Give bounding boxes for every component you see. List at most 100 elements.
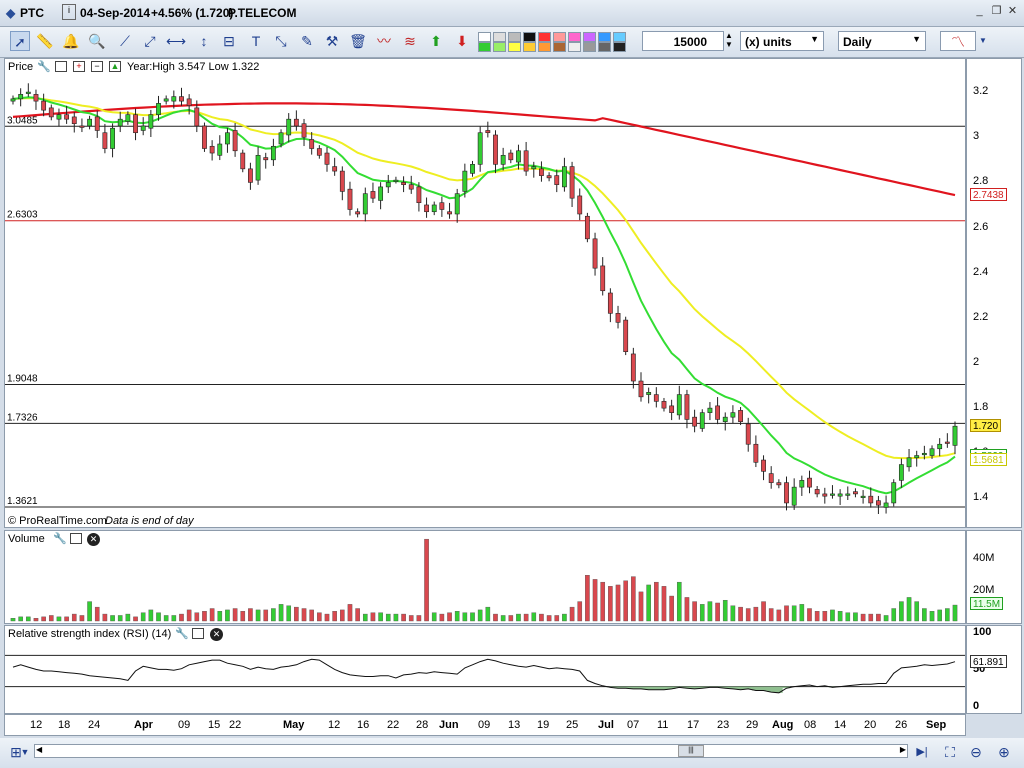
fibonacci-icon[interactable]: ≋	[400, 31, 420, 51]
alarm-icon[interactable]: 🔔	[61, 31, 81, 51]
color-swatch[interactable]	[493, 32, 506, 42]
volume-bar	[362, 613, 368, 622]
window-icon[interactable]	[70, 533, 82, 544]
candle	[745, 423, 751, 445]
horizontal-line-icon[interactable]: ⟷	[166, 31, 186, 51]
trash-icon[interactable]: 🗑	[348, 31, 368, 51]
scroll-end-icon[interactable]: ▶|	[914, 742, 930, 758]
zoom-out-icon[interactable]: ⊖	[966, 742, 986, 762]
color-swatch[interactable]	[613, 42, 626, 52]
pencil-icon[interactable]: ✎	[297, 31, 317, 51]
arrow-up-icon[interactable]: ▲	[109, 61, 121, 72]
volume-bar	[615, 584, 621, 622]
color-swatch[interactable]	[598, 42, 611, 52]
window-icon[interactable]	[55, 61, 67, 72]
color-swatch[interactable]	[508, 42, 521, 52]
close-icon[interactable]: ✕	[1006, 5, 1019, 18]
restore-icon[interactable]: ❐	[990, 5, 1003, 18]
price-axis[interactable]: 3.232.82.62.42.221.81.61.42.74381.7201.5…	[966, 58, 1022, 528]
window-icon[interactable]	[192, 628, 204, 639]
quantity-stepper[interactable]: ▲ ▼	[722, 31, 736, 51]
zoom-icon[interactable]: 🔍	[87, 31, 107, 51]
pointer-icon[interactable]: ➚	[10, 31, 30, 51]
candle	[944, 441, 950, 444]
add-indicator-icon[interactable]: +	[73, 61, 85, 72]
color-swatch[interactable]	[553, 32, 566, 42]
info-icon[interactable]: i	[62, 4, 76, 20]
volume-bar	[784, 605, 789, 622]
candle	[607, 292, 613, 314]
text-icon[interactable]: T	[246, 31, 266, 51]
candle	[393, 179, 399, 182]
quantity-input[interactable]: 15000	[642, 31, 724, 51]
color-swatch[interactable]	[538, 42, 551, 52]
volume-bar	[87, 601, 92, 622]
date-tick: 09	[478, 719, 491, 731]
volume-bar	[317, 612, 322, 622]
indicators-menu-icon[interactable]: 〽	[940, 31, 976, 51]
rsi-ytick: 0	[973, 700, 980, 712]
color-swatch[interactable]	[508, 32, 521, 42]
collapse-icon[interactable]: −	[91, 61, 103, 72]
volume-axis[interactable]: 40M 20M 11.5M	[966, 530, 1022, 624]
rsi-panel[interactable]: Relative strength index (RSI) (14) 🔧 ✕	[4, 625, 966, 714]
wrench-icon[interactable]: 🔧	[37, 61, 51, 74]
line-label: 2.6303	[7, 210, 38, 221]
volume-panel[interactable]: Volume 🔧 ✕	[4, 530, 966, 624]
indicator-icon[interactable]: 〰	[374, 31, 394, 51]
chevron-down-icon[interactable]: ▼	[20, 742, 30, 762]
wrench-icon[interactable]: 🔧	[53, 533, 67, 546]
candle	[531, 166, 537, 170]
color-swatch[interactable]	[568, 42, 581, 52]
volume-bar	[431, 612, 437, 622]
color-swatch[interactable]	[583, 42, 596, 52]
close-icon[interactable]: ✕	[87, 533, 100, 546]
minimize-icon[interactable]: _	[973, 5, 986, 18]
scrollbar-thumb[interactable]: |||	[678, 745, 704, 757]
candle	[661, 401, 667, 409]
scroll-left-icon[interactable]: ◀	[36, 745, 42, 754]
color-swatch[interactable]	[523, 42, 536, 52]
sell-arrow-icon[interactable]: ⬇	[452, 31, 472, 51]
color-swatch[interactable]	[523, 32, 536, 42]
channel-icon[interactable]: ⊟	[219, 31, 239, 51]
color-swatch[interactable]	[613, 32, 626, 42]
color-swatch[interactable]	[538, 32, 551, 42]
color-swatch[interactable]	[493, 42, 506, 52]
chevron-down-icon[interactable]: ▼	[977, 31, 989, 51]
price-panel[interactable]: 3.0485 2.6303 1.9048 1.7326 1.3621 Price 🔧 +…	[4, 58, 966, 528]
ray-icon[interactable]: ⤢	[140, 31, 160, 51]
zoom-in-icon[interactable]: ⊕	[994, 742, 1014, 762]
color-swatch[interactable]	[478, 32, 491, 42]
date-tick: 07	[627, 719, 640, 731]
rsi-axis[interactable]: 100 50 0 61.891	[966, 625, 1022, 714]
candle	[630, 353, 636, 382]
units-select[interactable]: (x) units ▼	[740, 31, 824, 51]
volume-bar	[569, 606, 575, 622]
candle	[339, 170, 345, 192]
zoom-fit-icon[interactable]: ⛶	[940, 742, 960, 762]
trendline-icon[interactable]: ⟋	[115, 31, 135, 51]
color-swatch[interactable]	[583, 32, 596, 42]
scroll-right-icon[interactable]: ▶	[900, 745, 906, 754]
ruler-icon[interactable]: 📏	[35, 31, 55, 51]
tools-icon[interactable]: ⚒	[322, 31, 342, 51]
vertical-line-icon[interactable]: ↕	[194, 31, 214, 51]
volume-bar	[125, 613, 131, 622]
color-swatch[interactable]	[598, 32, 611, 42]
title-bar: ◆ PTC i 04-Sep-2014 +4.56% (1.720) P.TEL…	[0, 0, 1024, 27]
horizontal-scrollbar[interactable]: ◀ ▶	[34, 744, 908, 758]
arrow-icon[interactable]: ⤡	[271, 31, 291, 51]
price-ytick: 2.6	[973, 220, 989, 233]
date-axis[interactable]: 12 18 24 Apr 09 15 22 May 12 16 22 28 Jun 09 13 19 25 Jul…	[4, 714, 966, 736]
close-icon[interactable]: ✕	[210, 628, 223, 641]
volume-bar	[807, 608, 812, 622]
candle	[332, 166, 338, 172]
period-select[interactable]: Daily ▼	[838, 31, 926, 51]
color-swatch[interactable]	[478, 42, 491, 52]
candle	[722, 416, 728, 422]
color-swatch[interactable]	[553, 42, 566, 52]
wrench-icon[interactable]: 🔧	[175, 628, 189, 641]
color-swatch[interactable]	[568, 32, 581, 42]
buy-arrow-icon[interactable]: ⬆	[426, 31, 446, 51]
